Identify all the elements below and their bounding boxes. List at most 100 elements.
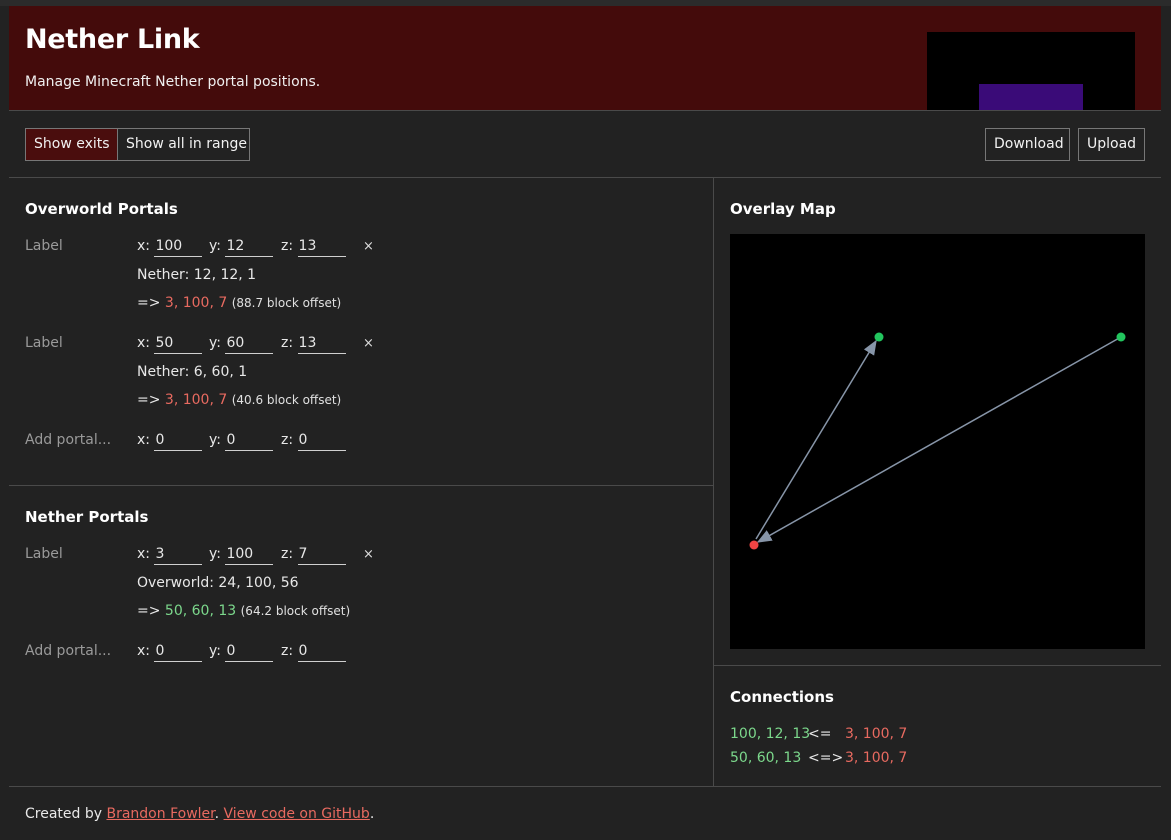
link-line [756,336,1122,543]
overworld-portal-label[interactable]: Label [25,238,63,254]
converted-prefix: Overworld: [137,575,219,591]
link-target: => 50, 60, 13 (64.2 block offset) [137,603,350,619]
footer-prefix: Created by [25,806,107,822]
x-input[interactable] [154,546,203,565]
x-input[interactable] [154,238,203,257]
connection-direction: <= [808,726,832,742]
z-label: z: [281,432,294,448]
overworld-portal-label[interactable]: Label [25,335,63,351]
z-coordinate: z: [281,432,346,451]
nether-portal-label[interactable]: Label [25,546,63,562]
z-label: z: [281,546,294,562]
y-label: y: [209,335,221,351]
converted-coordinates: Overworld: 24, 100, 56 [137,575,299,591]
converted-value: 12, 12, 1 [193,267,257,283]
x-input[interactable] [154,643,203,662]
z-label: z: [281,643,294,659]
x-label: x: [137,335,151,351]
toolbar-divider [9,177,1161,178]
converted-coordinates: Nether: 6, 60, 1 [137,364,247,380]
overlay-map-canvas [749,332,1126,550]
connection-overworld-coords: 100, 12, 13 [730,726,811,742]
z-input[interactable] [297,546,346,565]
converted-prefix: Nether: [137,267,194,283]
connection-direction: <=> [808,750,844,766]
connection-nether-coords: 3, 100, 7 [845,726,908,742]
x-coordinate: x: [137,546,203,565]
y-input[interactable] [225,546,274,565]
y-coordinate: y: [209,643,274,662]
delete-portal-icon[interactable]: × [363,547,374,562]
x-label: x: [137,643,151,659]
block-offset: (88.7 block offset) [231,296,342,310]
nether-heading: Nether Portals [25,508,149,526]
z-input[interactable] [297,432,346,451]
y-input[interactable] [225,432,274,451]
x-coordinate: x: [137,238,203,257]
converted-prefix: Nether: [137,364,194,380]
y-input[interactable] [225,643,274,662]
converted-coordinates: Nether: 12, 12, 1 [137,267,256,283]
overworld-heading: Overworld Portals [25,200,178,218]
y-input[interactable] [225,335,274,354]
connection-nether-coords: 3, 100, 7 [845,750,908,766]
y-label: y: [209,546,221,562]
page-subtitle: Manage Minecraft Nether portal positions… [25,74,321,90]
x-label: x: [137,546,151,562]
map-divider [714,665,1161,666]
converted-value: 6, 60, 1 [193,364,248,380]
footer-divider [9,786,1161,787]
github-link[interactable]: View code on GitHub [224,806,370,822]
overworld-portal-marker[interactable] [874,332,884,342]
add-portal-label[interactable]: Add portal... [25,432,111,448]
link-arrow: => [137,603,165,619]
z-coordinate: z: [281,238,346,257]
footer: Created by Brandon Fowler. View code on … [25,806,374,822]
section-divider [9,485,713,486]
overworld-portal-marker[interactable] [1116,332,1126,342]
y-input[interactable] [225,238,274,257]
z-input[interactable] [297,238,346,257]
connections-heading: Connections [730,688,834,706]
link-target: => 3, 100, 7 (88.7 block offset) [137,295,341,311]
x-label: x: [137,238,151,254]
show-exits-button[interactable]: Show exits [25,128,118,161]
converted-value: 24, 100, 56 [218,575,299,591]
nether-portal-marker[interactable] [749,540,759,550]
y-coordinate: y: [209,546,274,565]
y-coordinate: y: [209,238,274,257]
target-coordinates: 3, 100, 7 [164,295,228,311]
link-arrow: => [137,295,165,311]
connection-overworld-coords: 50, 60, 13 [730,750,802,766]
portal-logo-image [927,32,1135,110]
x-coordinate: x: [137,335,203,354]
target-coordinates: 3, 100, 7 [164,392,228,408]
delete-portal-icon[interactable]: × [363,336,374,351]
show-all-in-range-button[interactable]: Show all in range [117,128,250,161]
target-coordinates: 50, 60, 13 [164,603,237,619]
y-label: y: [209,643,221,659]
author-link[interactable]: Brandon Fowler [106,806,214,822]
x-label: x: [137,432,151,448]
z-input[interactable] [297,335,346,354]
portal-logo-purple [979,84,1083,110]
upload-button[interactable]: Upload [1078,128,1145,161]
x-input[interactable] [154,335,203,354]
z-input[interactable] [297,643,346,662]
add-portal-label[interactable]: Add portal... [25,643,111,659]
z-coordinate: z: [281,546,346,565]
header-divider [9,110,1161,111]
download-button[interactable]: Download [985,128,1070,161]
overlay-map-heading: Overlay Map [730,200,836,218]
x-coordinate: x: [137,643,203,662]
header-banner: Nether Link Manage Minecraft Nether port… [9,6,1161,110]
z-coordinate: z: [281,643,346,662]
delete-portal-icon[interactable]: × [363,239,374,254]
overlay-map[interactable] [730,234,1145,649]
z-coordinate: z: [281,335,346,354]
column-divider [713,178,714,786]
x-input[interactable] [154,432,203,451]
link-target: => 3, 100, 7 (40.6 block offset) [137,392,341,408]
x-coordinate: x: [137,432,203,451]
y-label: y: [209,238,221,254]
